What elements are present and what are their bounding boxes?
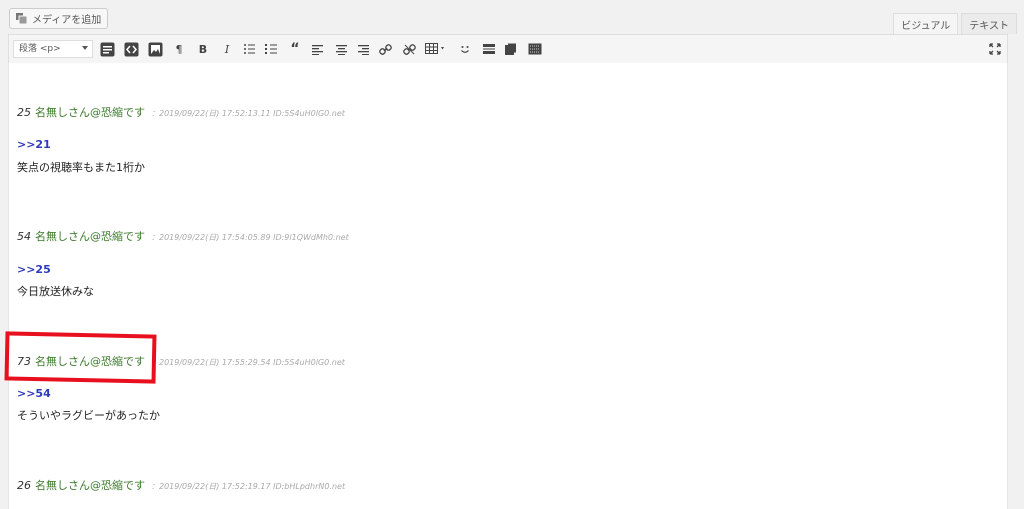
format-select-value: 段落 <p> (19, 44, 61, 54)
post-body: 今日放送休みな (17, 285, 94, 298)
add-media-button[interactable]: メディアを追加 (9, 8, 109, 29)
paragraph-icon[interactable]: ¶ (171, 41, 187, 57)
tab-text[interactable]: テキスト (961, 13, 1017, 34)
post-meta: ：2019/09/22(日) 17:52:13.11 ID:5S4uH0lG0.… (151, 109, 345, 118)
align-center-icon[interactable] (333, 41, 349, 57)
post-author: 名無しさん@恐縮です (35, 355, 145, 368)
bold-icon[interactable]: B (195, 41, 211, 57)
post-number: 54 (17, 230, 31, 243)
emoticon-icon[interactable] (457, 41, 473, 57)
reply-anchor[interactable]: >>25 (17, 263, 51, 276)
reply-anchor[interactable]: >>21 (17, 138, 51, 151)
add-media-label: メディアを追加 (32, 15, 102, 26)
media-icon (15, 12, 28, 25)
format-toolbar: 段落 <p> ¶ B I “ (8, 34, 1008, 64)
blockquote-icon[interactable]: “ (287, 41, 303, 57)
post-body: 笑点の視聴率もまた1桁か (17, 161, 145, 174)
editor-tabs: ビジュアル テキスト (893, 13, 1017, 34)
keyboard-icon[interactable] (527, 41, 543, 57)
align-left-icon[interactable] (309, 41, 325, 57)
format-select[interactable]: 段落 <p> (13, 40, 93, 58)
post-header: 54 名無しさん@恐縮です ：2019/09/22(日) 17:54:05.89… (17, 228, 349, 244)
editor-content[interactable]: 25 名無しさん@恐縮です ：2019/09/22(日) 17:52:13.11… (8, 63, 1008, 509)
post-header: 25 名無しさん@恐縮です ：2019/09/22(日) 17:52:13.11… (17, 104, 345, 120)
code-icon[interactable] (123, 41, 139, 57)
tab-visual[interactable]: ビジュアル (893, 13, 959, 34)
post-meta: ：2019/09/22(日) 17:52:19.17 ID:bHLpdhrN0.… (151, 482, 346, 491)
post-header: 73 名無しさん@恐縮です ：2019/09/22(日) 17:55:29.54… (17, 353, 345, 369)
reply-anchor[interactable]: >>54 (17, 387, 51, 400)
align-right-icon[interactable] (355, 41, 371, 57)
post-meta: ：2019/09/22(日) 17:54:05.89 ID:9l1QWdMh0.… (151, 233, 349, 242)
post-author: 名無しさん@恐縮です (35, 106, 145, 119)
table-icon[interactable] (423, 41, 449, 57)
post-author: 名無しさん@恐縮です (35, 230, 145, 243)
post-number: 73 (17, 355, 31, 368)
image-icon[interactable] (147, 41, 163, 57)
fullscreen-icon[interactable] (987, 41, 1003, 57)
post-header: 26 名無しさん@恐縮です ：2019/09/22(日) 17:52:19.17… (17, 477, 345, 493)
copy-icon[interactable] (503, 41, 519, 57)
link-icon[interactable] (377, 41, 393, 57)
bullet-list-icon[interactable] (241, 41, 257, 57)
post-number: 25 (17, 106, 31, 119)
numbered-list-icon[interactable] (263, 41, 279, 57)
post-author: 名無しさん@恐縮です (35, 479, 145, 492)
post-number: 26 (17, 479, 31, 492)
toolbar-toggle-icon[interactable] (99, 41, 115, 57)
post-body: そういやラグビーがあったか (17, 409, 160, 422)
unlink-icon[interactable] (401, 41, 417, 57)
read-more-icon[interactable] (481, 41, 497, 57)
italic-icon[interactable]: I (219, 41, 235, 57)
post-meta: ：2019/09/22(日) 17:55:29.54 ID:5S4uH0lG0.… (151, 358, 345, 367)
chevron-down-icon (82, 46, 88, 50)
